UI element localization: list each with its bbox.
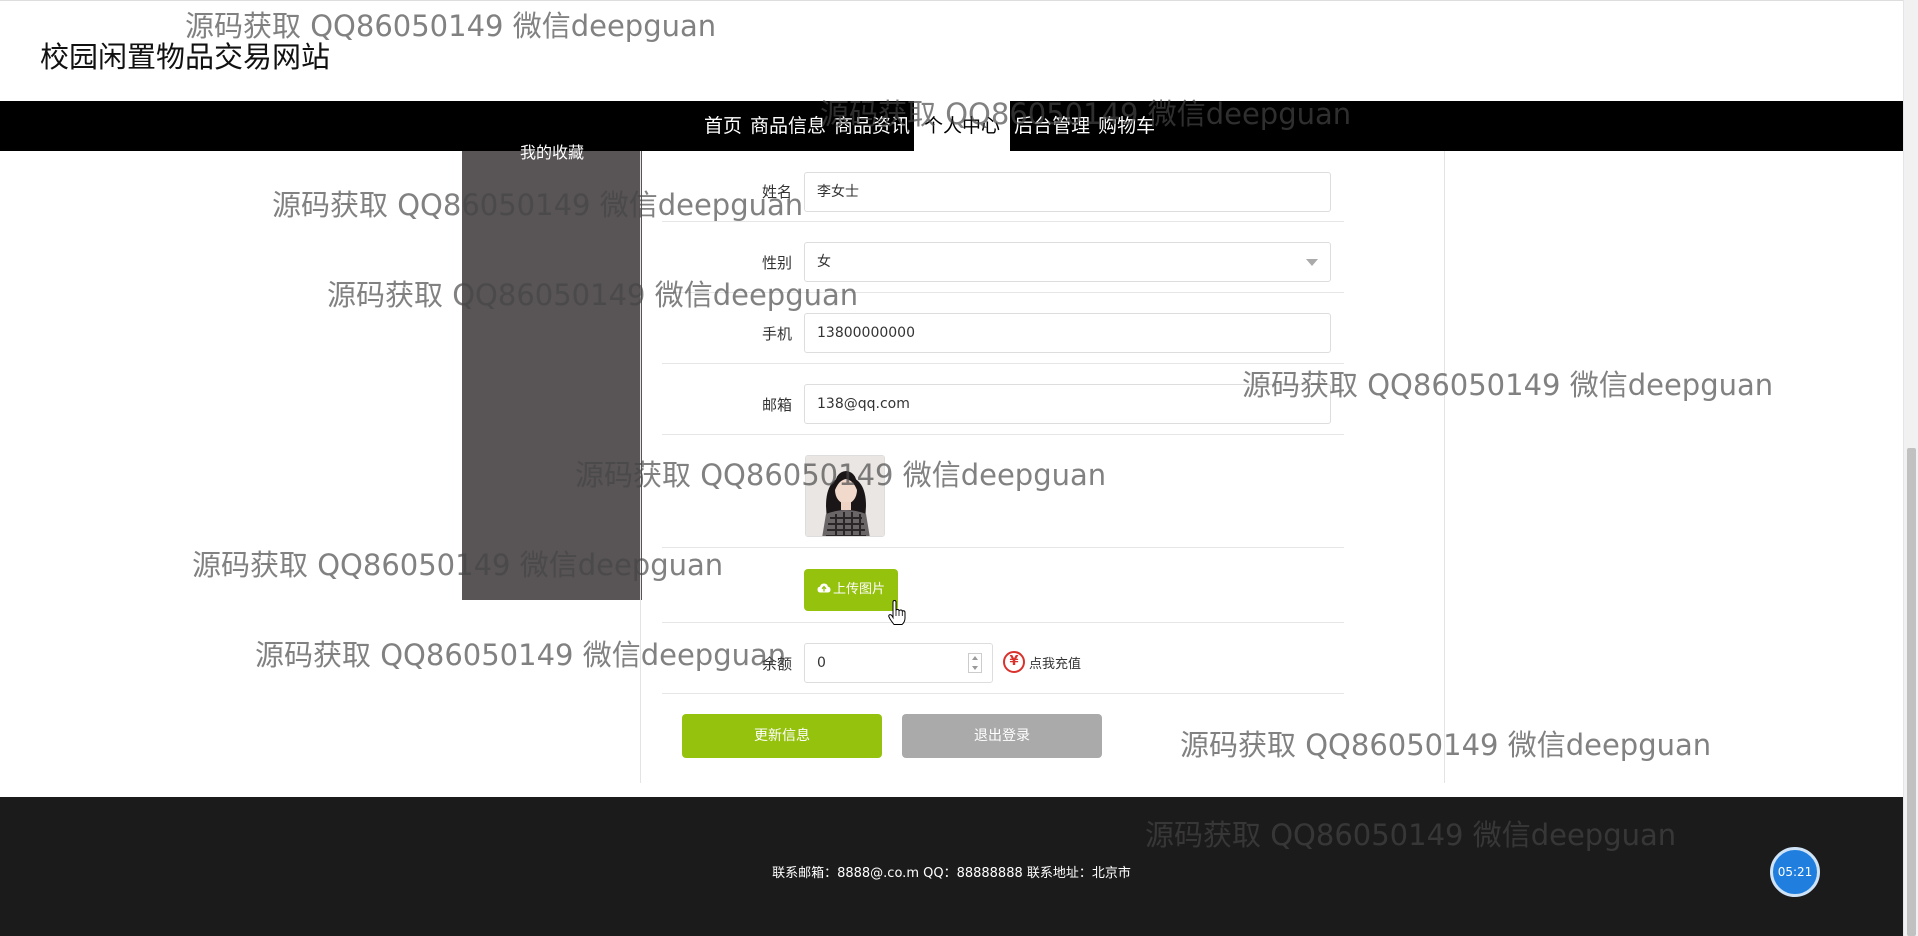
form-row-email: 邮箱 138@qq.com <box>662 364 1344 435</box>
upload-image-label: 上传图片 <box>832 582 885 597</box>
yen-icon: ¥ <box>1003 651 1025 673</box>
site-header: 校园闲置物品交易网站 <box>0 0 1903 101</box>
form-row-name: 姓名 李女士 <box>662 165 1344 222</box>
name-field[interactable]: 李女士 <box>804 172 1331 212</box>
email-label: 邮箱 <box>761 396 792 414</box>
name-label: 姓名 <box>761 183 792 201</box>
chevron-down-icon <box>1306 259 1318 266</box>
nav-item-news[interactable]: 商品资讯 <box>830 101 914 151</box>
nav-item-home[interactable]: 首页 <box>700 101 746 151</box>
balance-stepper[interactable]: 0 <box>804 643 993 683</box>
form-row-avatar <box>662 435 1344 548</box>
site-title: 校园闲置物品交易网站 <box>40 40 331 74</box>
nav-item-personal-center[interactable]: 个人中心 <box>914 101 1011 151</box>
gender-value: 女 <box>817 254 831 270</box>
footer-contact: 联系邮箱：8888@.co.m QQ：88888888 联系地址：北京市 <box>772 866 1131 881</box>
recharge-link[interactable]: ¥ 点我充值 <box>1003 651 1081 673</box>
balance-value: 0 <box>817 655 826 671</box>
balance-label: 余额 <box>761 655 792 673</box>
gender-select[interactable]: 女 <box>804 242 1331 282</box>
upload-image-button[interactable]: 上传图片 <box>804 569 898 611</box>
recharge-label: 点我充值 <box>1029 656 1082 672</box>
side-menu-item-favorites[interactable]: 我的收藏 <box>462 139 642 163</box>
logout-button[interactable]: 退出登录 <box>902 714 1102 758</box>
page-scrollbar[interactable] <box>1903 0 1918 936</box>
timer-badge[interactable]: 05:21 <box>1770 847 1820 897</box>
form-row-phone: 手机 13800000000 <box>662 293 1344 364</box>
avatar <box>805 455 885 537</box>
nav-item-products[interactable]: 商品信息 <box>746 101 830 151</box>
cloud-upload-icon <box>817 569 831 611</box>
main-nav: 首页 商品信息 商品资讯 个人中心 后台管理 购物车 <box>0 101 1903 151</box>
side-menu: 我的收藏 <box>462 143 642 600</box>
phone-label: 手机 <box>761 325 792 343</box>
nav-item-cart[interactable]: 购物车 <box>1094 101 1159 151</box>
stepper-arrows-icon[interactable] <box>968 653 982 673</box>
nav-item-admin[interactable]: 后台管理 <box>1010 101 1094 151</box>
form-row-upload <box>662 548 1344 623</box>
gender-label: 性别 <box>761 254 792 272</box>
email-field[interactable]: 138@qq.com <box>804 384 1331 424</box>
scrollbar-thumb[interactable] <box>1907 448 1916 936</box>
phone-field[interactable]: 13800000000 <box>804 313 1331 353</box>
update-info-button[interactable]: 更新信息 <box>682 714 882 758</box>
site-footer: 联系邮箱：8888@.co.m QQ：88888888 联系地址：北京市 <box>0 797 1903 936</box>
form-row-gender: 性别 女 <box>662 222 1344 293</box>
